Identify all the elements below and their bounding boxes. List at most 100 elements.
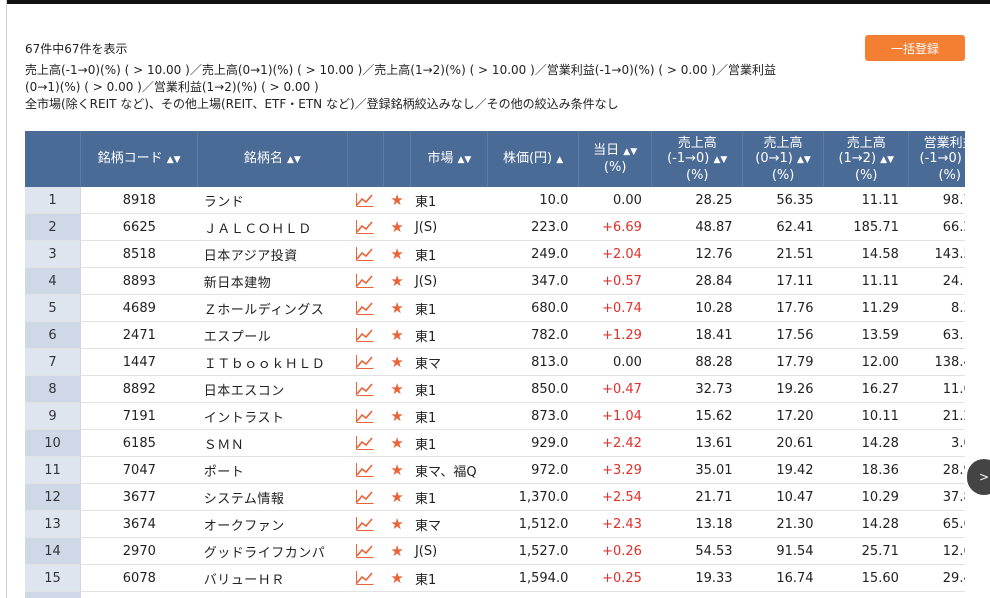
table-row[interactable]: 106185ＳＭＮ ★ 東1929.0+2.4213.6120.6114.283.0… bbox=[25, 429, 965, 457]
line-chart-icon[interactable] bbox=[356, 382, 374, 397]
chart-cell[interactable] bbox=[347, 294, 384, 322]
star-icon[interactable]: ★ bbox=[390, 542, 403, 560]
line-chart-icon[interactable] bbox=[356, 571, 374, 586]
header-price[interactable]: 株価(円) ▲ bbox=[487, 131, 579, 187]
star-cell[interactable]: ★ bbox=[383, 537, 411, 565]
chart-cell[interactable] bbox=[347, 213, 384, 241]
star-cell[interactable]: ★ bbox=[383, 456, 411, 484]
stock-name[interactable]: システム情報 bbox=[197, 483, 347, 511]
star-icon[interactable]: ★ bbox=[390, 218, 403, 236]
stock-name[interactable]: 新日本建物 bbox=[197, 267, 347, 295]
star-cell[interactable]: ★ bbox=[383, 294, 411, 322]
star-icon[interactable]: ★ bbox=[390, 191, 403, 209]
chart-cell[interactable] bbox=[347, 510, 384, 538]
stock-name[interactable]: ＪＡＬＣＯＨＬＤ bbox=[197, 213, 347, 241]
stock-name[interactable]: ランド bbox=[197, 187, 347, 214]
chart-cell[interactable] bbox=[347, 429, 384, 457]
star-cell[interactable]: ★ bbox=[383, 213, 411, 241]
chart-cell[interactable] bbox=[347, 564, 384, 592]
star-icon[interactable]: ★ bbox=[390, 353, 403, 371]
table-row[interactable]: 3 8518 日本アジア投資 ★ 東1 249.0 +2.04 12.76 21.51 14.58… bbox=[25, 240, 965, 268]
table-row[interactable]: 9 7191 イントラスト ★ 東1 873.0 +1.04 15.62 17.20 10.11 2… bbox=[25, 402, 965, 430]
stock-name[interactable]: バリューＨＲ bbox=[197, 564, 347, 592]
table-row[interactable]: 8 8892 日本エスコン ★ 東1 850.0 +0.47 32.73 19.26 16.27 1… bbox=[25, 375, 965, 403]
table-row[interactable]: 11 7047 ポート ★ 東マ、福Q 972.0 +3.29 35.01 19.42 18.36… bbox=[25, 456, 965, 484]
scroll-right-button[interactable]: > bbox=[967, 459, 990, 495]
table-row[interactable]: 5 4689 Ｚホールディングス ★ 東1 680.0 +0.74 10.28 17.76 11.… bbox=[25, 294, 965, 322]
chart-cell[interactable] bbox=[347, 537, 384, 565]
chart-cell[interactable] bbox=[347, 187, 384, 214]
star-icon[interactable]: ★ bbox=[390, 515, 403, 533]
star-cell[interactable]: ★ bbox=[383, 267, 411, 295]
header-market[interactable]: 市場 ▲▼ bbox=[410, 131, 488, 187]
header-operating-profit[interactable]: 営業利益(-1→0) ▲▼(%) bbox=[908, 131, 965, 187]
header-today-change[interactable]: 当日 ▲▼ (%) bbox=[577, 131, 652, 187]
stock-name[interactable]: グッドライフカンパ bbox=[197, 537, 347, 565]
star-icon[interactable]: ★ bbox=[390, 569, 403, 587]
star-cell[interactable]: ★ bbox=[383, 348, 411, 376]
star-icon[interactable]: ★ bbox=[390, 245, 403, 263]
table-row[interactable]: 13 3674 オークファン ★ 東マ 1,512.0 +2.43 13.18 21.30 14.… bbox=[25, 510, 965, 538]
chart-cell[interactable] bbox=[347, 267, 384, 295]
line-chart-icon[interactable] bbox=[356, 409, 374, 424]
stock-name[interactable]: ＩＴｂｏｏｋＨＬＤ bbox=[197, 348, 347, 376]
table-row[interactable]: 7 1447 ＩＴｂｏｏｋＨＬＤ ★ 東マ 813.0 0.00 88.28 17.79 12.0… bbox=[25, 348, 965, 376]
table-row[interactable]: 12 3677 システム情報 ★ 東1 1,370.0 +2.54 21.71 10.47 10.… bbox=[25, 483, 965, 511]
star-cell[interactable]: ★ bbox=[383, 375, 411, 403]
header-sales-0-1[interactable]: 売上高 (0→1) ▲▼ (%) bbox=[742, 131, 824, 187]
bulk-register-button[interactable]: 一括登録 bbox=[865, 35, 965, 61]
chart-cell[interactable] bbox=[347, 456, 384, 484]
star-cell[interactable]: ★ bbox=[383, 321, 411, 349]
star-icon[interactable]: ★ bbox=[390, 461, 403, 479]
table-row[interactable]: 4 8893 新日本建物 ★ J(S) 347.0 +0.57 28.84 17.11 11.11… bbox=[25, 267, 965, 295]
line-chart-icon[interactable] bbox=[356, 355, 374, 370]
table-row[interactable]: 6 2471 エスプール ★ 東1 782.0 +1.29 18.41 17.56 13.59 63… bbox=[25, 321, 965, 349]
stock-name[interactable]: ポート bbox=[197, 456, 347, 484]
star-cell[interactable]: ★ bbox=[383, 510, 411, 538]
chart-cell[interactable] bbox=[347, 483, 384, 511]
chart-cell[interactable] bbox=[347, 240, 384, 268]
star-cell[interactable]: ★ bbox=[383, 187, 411, 214]
header-sales-1-2[interactable]: 売上高 (1→2) ▲▼ (%) bbox=[823, 131, 909, 187]
stock-name[interactable]: Ｚホールディングス bbox=[197, 294, 347, 322]
table-row[interactable]: 18918ランド ★ 東110.00.0028.2556.3511.1198.70 bbox=[25, 187, 965, 214]
line-chart-icon[interactable] bbox=[356, 274, 374, 289]
star-icon[interactable]: ★ bbox=[390, 299, 403, 317]
chart-cell[interactable] bbox=[347, 321, 384, 349]
stock-name[interactable]: 日本エスコン bbox=[197, 375, 347, 403]
line-chart-icon[interactable] bbox=[356, 301, 374, 316]
line-chart-icon[interactable] bbox=[356, 220, 374, 235]
star-cell[interactable]: ★ bbox=[383, 402, 411, 430]
star-cell[interactable]: ★ bbox=[383, 564, 411, 592]
star-icon[interactable]: ★ bbox=[390, 488, 403, 506]
line-chart-icon[interactable] bbox=[356, 193, 374, 208]
star-icon[interactable]: ★ bbox=[390, 407, 403, 425]
star-icon[interactable]: ★ bbox=[390, 326, 403, 344]
header-sales-m1-0[interactable]: 売上高 (-1→0) ▲▼ (%) bbox=[651, 131, 743, 187]
line-chart-icon[interactable] bbox=[356, 490, 374, 505]
line-chart-icon[interactable] bbox=[356, 544, 374, 559]
star-cell[interactable]: ★ bbox=[383, 483, 411, 511]
stock-name[interactable]: イントラスト bbox=[197, 402, 347, 430]
line-chart-icon[interactable] bbox=[356, 463, 374, 478]
chart-cell[interactable] bbox=[347, 348, 384, 376]
star-cell[interactable]: ★ bbox=[383, 240, 411, 268]
table-row[interactable]: 15 6078 バリューＨＲ ★ 東1 1,594.0 +0.25 19.33 16.74 15.… bbox=[25, 564, 965, 592]
stock-name[interactable]: オークファン bbox=[197, 510, 347, 538]
table-row[interactable] bbox=[25, 591, 965, 598]
table-row[interactable]: 2 6625 ＪＡＬＣＯＨＬＤ ★ J(S) 223.0 +6.69 48.87 62.41 18… bbox=[25, 213, 965, 241]
chart-cell[interactable] bbox=[347, 402, 384, 430]
line-chart-icon[interactable] bbox=[356, 247, 374, 262]
line-chart-icon[interactable] bbox=[356, 328, 374, 343]
star-icon[interactable]: ★ bbox=[390, 272, 403, 290]
table-row[interactable]: 14 2970 グッドライフカンパ ★ J(S) 1,527.0 +0.26 54.53 91.… bbox=[25, 537, 965, 565]
stock-name[interactable]: 日本アジア投資 bbox=[197, 240, 347, 268]
line-chart-icon[interactable] bbox=[356, 436, 374, 451]
header-code[interactable]: 銘柄コード ▲▼ bbox=[79, 131, 198, 187]
header-name[interactable]: 銘柄名 ▲▼ bbox=[197, 131, 347, 187]
stock-name[interactable]: ＳＭＮ bbox=[197, 429, 347, 457]
stock-name[interactable]: エスプール bbox=[197, 321, 347, 349]
chart-cell[interactable] bbox=[347, 375, 384, 403]
stock-name[interactable] bbox=[197, 591, 347, 598]
star-icon[interactable]: ★ bbox=[390, 380, 403, 398]
